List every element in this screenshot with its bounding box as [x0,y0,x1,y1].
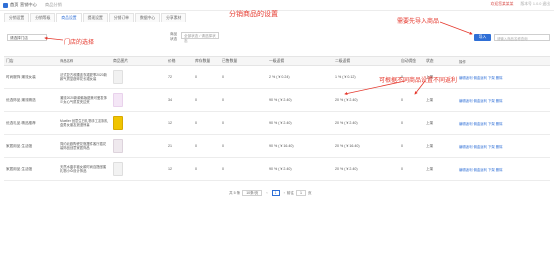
arrow-to-import-button [439,21,473,35]
arrow-to-level2-rebate [414,80,426,95]
arrow-to-store-select [44,36,64,41]
arrow-to-level1-rebate [344,80,406,96]
annotation-arrows [44,21,473,96]
